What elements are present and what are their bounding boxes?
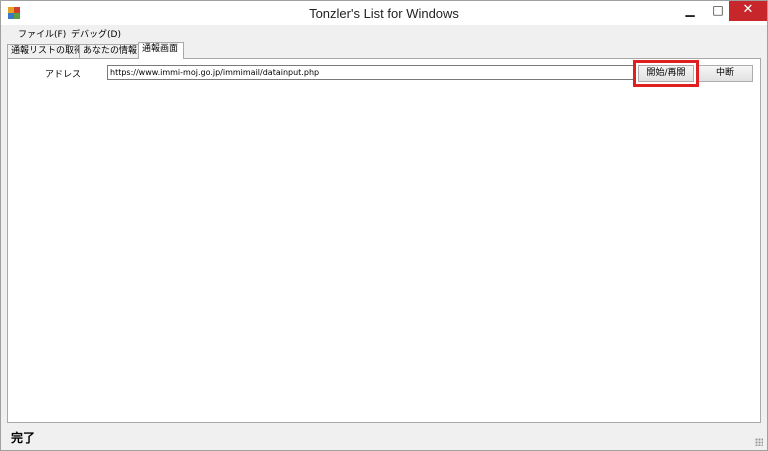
close-button[interactable]: ✕	[729, 1, 767, 21]
resize-grip-icon[interactable]	[755, 438, 763, 446]
app-window: Tonzler's List for Windows ▁ □ ✕ ファイル(F)…	[0, 0, 768, 451]
maximize-button[interactable]: □	[705, 1, 731, 21]
title-bar[interactable]: Tonzler's List for Windows ▁ □ ✕	[1, 1, 767, 25]
minimize-button[interactable]: ▁	[677, 1, 703, 21]
tab-report-list[interactable]: 通報リストの取得	[7, 44, 83, 58]
menu-bar: ファイル(F) デバッグ(D)	[1, 25, 767, 41]
maximize-icon: □	[712, 3, 724, 17]
status-text: 完了	[11, 431, 36, 445]
address-label: アドレス	[45, 70, 82, 80]
menu-debug[interactable]: デバッグ(D)	[71, 27, 121, 40]
status-bar: 完了	[1, 425, 767, 450]
minimize-icon: ▁	[685, 3, 695, 17]
highlight-box	[633, 60, 699, 87]
address-input[interactable]: https://www.immi-moj.go.jp/immimail/data…	[107, 65, 635, 80]
menu-file[interactable]: ファイル(F)	[18, 27, 66, 40]
close-icon: ✕	[742, 2, 754, 17]
tab-report-screen[interactable]: 通報画面	[138, 42, 184, 59]
tab-your-info[interactable]: あなたの情報	[79, 44, 139, 58]
report-panel: アドレス https://www.immi-moj.go.jp/immimail…	[7, 58, 761, 423]
window-title: Tonzler's List for Windows	[309, 6, 459, 21]
stop-button[interactable]: 中断	[697, 65, 753, 82]
